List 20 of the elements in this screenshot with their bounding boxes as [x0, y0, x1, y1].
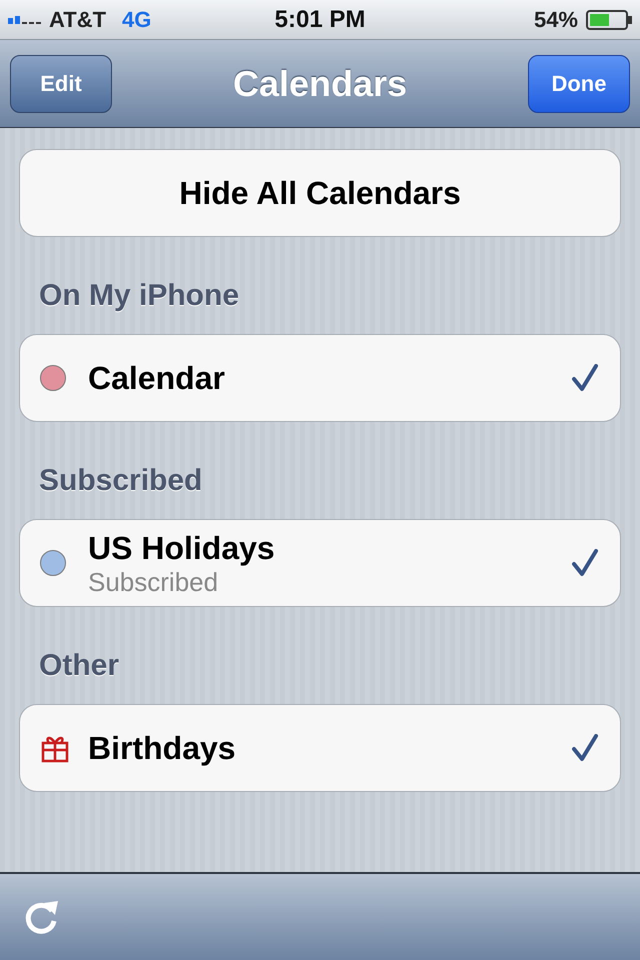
battery-icon	[586, 10, 632, 30]
calendar-name: Calendar	[88, 359, 226, 397]
calendar-row[interactable]: Calendar	[19, 334, 621, 422]
calendar-name: US Holidays	[88, 529, 276, 567]
calendar-row[interactable]: Birthdays	[19, 704, 621, 792]
network-label: 4G	[122, 6, 152, 34]
calendar-row[interactable]: US Holidays Subscribed	[19, 519, 621, 607]
calendar-subtitle: Subscribed	[88, 567, 220, 597]
section-header: Subscribed	[38, 463, 204, 499]
carrier-label: AT&T	[49, 6, 106, 34]
hide-all-calendars-button[interactable]: Hide All Calendars	[19, 149, 621, 237]
section-header: On My iPhone	[38, 278, 240, 314]
signal-icon	[8, 16, 41, 24]
edit-button[interactable]: Edit	[10, 54, 112, 112]
navigation-title: Calendars	[232, 62, 408, 106]
battery-percent: 54%	[534, 6, 578, 34]
section-header: Other	[38, 648, 120, 684]
calendar-name: Birthdays	[88, 729, 237, 767]
done-button[interactable]: Done	[528, 54, 630, 112]
time-label: 5:01 PM	[274, 4, 366, 34]
